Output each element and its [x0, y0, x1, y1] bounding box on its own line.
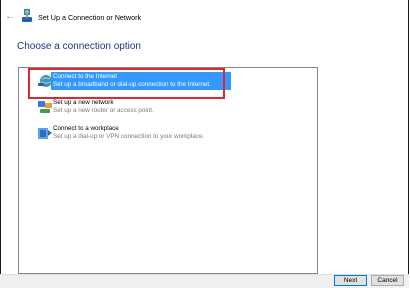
option-connect-workplace[interactable]: Connect to a workplace Set up a dial-up … [33, 123, 315, 143]
option-title: Connect to a workplace [53, 125, 119, 132]
annotation-highlight-box [28, 68, 225, 99]
workplace-icon [38, 128, 52, 139]
window-title: Set Up a Connection or Network [38, 13, 142, 22]
cancel-button[interactable]: Cancel [371, 275, 404, 286]
page-heading: Choose a connection option [17, 41, 141, 52]
option-description: Set up a new router or access point. [53, 107, 154, 114]
option-title: Set up a new network [53, 99, 114, 106]
title-bar: ← Set Up a Connection or Network [0, 0, 410, 32]
option-new-network[interactable]: Set up a new network Set up a new router… [33, 97, 315, 117]
back-arrow-icon[interactable]: ← [5, 12, 15, 22]
router-icon [38, 101, 52, 113]
next-button[interactable]: Next [334, 275, 367, 286]
network-wizard-icon [22, 9, 32, 22]
option-description: Set up a dial-up or VPN connection to yo… [53, 133, 205, 140]
